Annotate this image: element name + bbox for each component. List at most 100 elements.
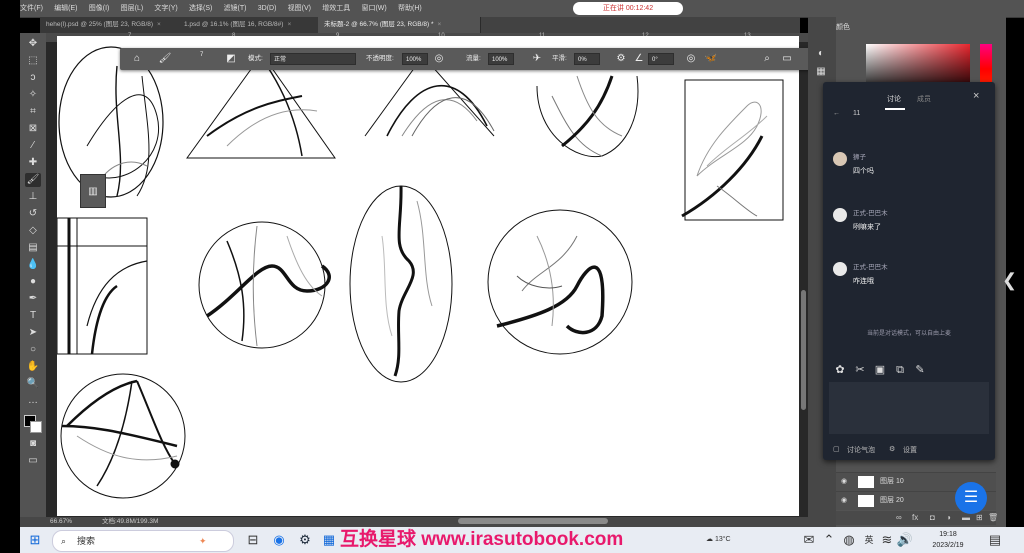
brush-size-value[interactable]: 7 [200, 44, 203, 66]
sticker-icon[interactable]: ✿ [833, 363, 847, 377]
adjustment-icon[interactable]: ◑ [946, 511, 951, 525]
menu-plugins[interactable]: 增效工具 [322, 0, 350, 17]
airbrush-icon[interactable]: ✈ [530, 52, 544, 66]
close-icon[interactable]: × [287, 21, 291, 28]
path-select-icon[interactable]: ➤ [25, 326, 41, 340]
menu-edit[interactable]: 编辑(E) [54, 0, 77, 17]
chevron-left-icon[interactable]: ❮ [1002, 265, 1017, 295]
tab-document-3[interactable]: 未标题-2 @ 66.7% (图层 23, RGB/8) * × [318, 17, 481, 33]
settings-icon[interactable]: ⚙ [889, 445, 895, 453]
trash-icon[interactable]: 🗑 [988, 511, 998, 525]
tray-expand-icon[interactable]: ⌃ [820, 531, 838, 549]
fx-icon[interactable]: fx [912, 511, 918, 525]
annotate-icon[interactable]: ✎ [913, 363, 927, 377]
scissors-icon[interactable]: ✂ [853, 363, 867, 377]
magic-wand-icon[interactable]: ✧ [25, 88, 41, 102]
zoom-level[interactable]: 66.67% [50, 517, 72, 527]
link-icon[interactable]: ∞ [896, 511, 902, 525]
swatches-panel-icon[interactable]: ▦ [813, 65, 829, 79]
move-tool-icon[interactable]: ✥ [25, 37, 41, 51]
zoom-tool-icon[interactable]: 🔍 [25, 377, 41, 391]
marquee-tool-icon[interactable]: ⬚ [25, 54, 41, 68]
screen-share-icon[interactable]: ⧉ [893, 363, 907, 377]
vertical-scrollbar[interactable] [801, 290, 806, 410]
floating-brush-preset-widget[interactable]: ▥ [80, 174, 106, 208]
task-view-icon[interactable]: ⊟ [244, 531, 262, 549]
windows-start-icon[interactable]: ⊞ [26, 531, 44, 549]
new-layer-icon[interactable]: ⊞ [976, 511, 983, 525]
eraser-tool-icon[interactable]: ◇ [25, 224, 41, 238]
menu-window[interactable]: 窗口(W) [361, 0, 386, 17]
pen-tool-icon[interactable]: ✒ [25, 292, 41, 306]
search-icon[interactable]: ⌕ [760, 52, 774, 66]
chat-bubble-icon[interactable]: ▢ [833, 445, 840, 453]
horizontal-scrollbar[interactable] [458, 518, 608, 524]
recording-indicator[interactable]: 正在讲 00:12:42 [573, 2, 683, 15]
more-tools-icon[interactable]: … [25, 394, 41, 408]
edge-browser-icon[interactable]: ◉ [270, 531, 288, 549]
dodge-tool-icon[interactable]: ● [25, 275, 41, 289]
tab-discussion[interactable]: 讨论 [887, 94, 901, 104]
shape-tool-icon[interactable]: ○ [25, 343, 41, 357]
ime-indicator[interactable]: 英 [860, 531, 878, 549]
tab-members[interactable]: 成员 [917, 94, 931, 104]
crop-tool-icon[interactable]: ⌗ [25, 105, 41, 119]
frame-tool-icon[interactable]: ⊠ [25, 122, 41, 136]
symmetry-icon[interactable]: 🦋 [704, 52, 718, 66]
menu-type[interactable]: 文字(Y) [154, 0, 177, 17]
weather-indicator[interactable]: ☁ 13°C [706, 531, 736, 549]
pressure-size-icon[interactable]: ◎ [684, 52, 698, 66]
quick-mask-icon[interactable]: ◙ [25, 437, 41, 451]
avatar[interactable] [833, 208, 847, 222]
image-icon[interactable]: ▣ [873, 363, 887, 377]
system-clock[interactable]: 19:18 2023/2/19 [918, 529, 978, 551]
background-color-swatch[interactable] [30, 421, 42, 433]
back-icon[interactable]: ← [833, 110, 840, 117]
menu-view[interactable]: 视图(V) [288, 0, 311, 17]
gradient-tool-icon[interactable]: ▤ [25, 241, 41, 255]
menu-image[interactable]: 图像(I) [89, 0, 110, 17]
volume-icon[interactable]: 🔊 [896, 531, 914, 549]
menu-filter[interactable]: 滤镜(T) [224, 0, 247, 17]
flow-input[interactable]: 100% [488, 53, 514, 65]
bubble-setting-label[interactable]: 讨论气泡 [847, 445, 875, 455]
workspace-icon[interactable]: ▭ [780, 52, 794, 66]
brush-icon[interactable]: 🖌 [158, 52, 172, 66]
menu-layer[interactable]: 图层(L) [121, 0, 144, 17]
brush-panel-toggle-icon[interactable]: ◩ [224, 52, 238, 66]
mask-icon[interactable]: ◘ [930, 511, 935, 525]
hand-tool-icon[interactable]: ✋ [25, 360, 41, 374]
steam-icon[interactable]: ⚙ [296, 531, 314, 549]
pressure-opacity-icon[interactable]: ◎ [432, 52, 446, 66]
notification-icon[interactable]: ▤ [986, 531, 1004, 549]
avatar[interactable] [833, 152, 847, 166]
tab-document-1[interactable]: hehe(l).psd @ 25% (图层 23, RGB/8) × [40, 17, 187, 33]
wifi-icon[interactable]: ≋ [878, 531, 896, 549]
eye-icon[interactable]: ◉ [841, 473, 851, 491]
healing-brush-icon[interactable]: ✚ [25, 156, 41, 170]
message-input-area[interactable] [829, 382, 989, 434]
avatar[interactable] [833, 262, 847, 276]
screen-mode-icon[interactable]: ▭ [25, 454, 41, 468]
close-icon[interactable]: × [438, 21, 442, 28]
store-icon[interactable]: ▦ [320, 531, 338, 549]
brush-tool-icon[interactable]: 🖌 [25, 173, 41, 187]
color-panel-icon[interactable]: ◐ [813, 47, 829, 61]
chat-bubble-button[interactable]: ☰ [955, 482, 987, 514]
angle-input[interactable]: 0° [648, 53, 674, 65]
home-icon[interactable]: ⌂ [130, 52, 144, 66]
wechat-icon[interactable]: ✉ [800, 531, 818, 549]
menu-3d[interactable]: 3D(D) [258, 0, 277, 17]
blend-mode-select[interactable]: 正常 [270, 53, 356, 65]
taskbar-search[interactable]: ⌕ 搜索 ✦ [52, 530, 234, 552]
close-icon[interactable]: × [973, 90, 979, 102]
menu-file[interactable]: 文件(F) [20, 0, 43, 17]
type-tool-icon[interactable]: T [25, 309, 41, 323]
eyedropper-icon[interactable]: ⁄ [25, 139, 41, 153]
eye-icon[interactable]: ◉ [841, 492, 851, 510]
blur-tool-icon[interactable]: 💧 [25, 258, 41, 272]
menu-select[interactable]: 选择(S) [189, 0, 212, 17]
gear-icon[interactable]: ⚙ [614, 52, 628, 66]
tab-document-2[interactable]: 1.psd @ 16.1% (图层 16, RGB/8#) × [178, 17, 325, 33]
network-icon[interactable]: ◍ [840, 531, 858, 549]
